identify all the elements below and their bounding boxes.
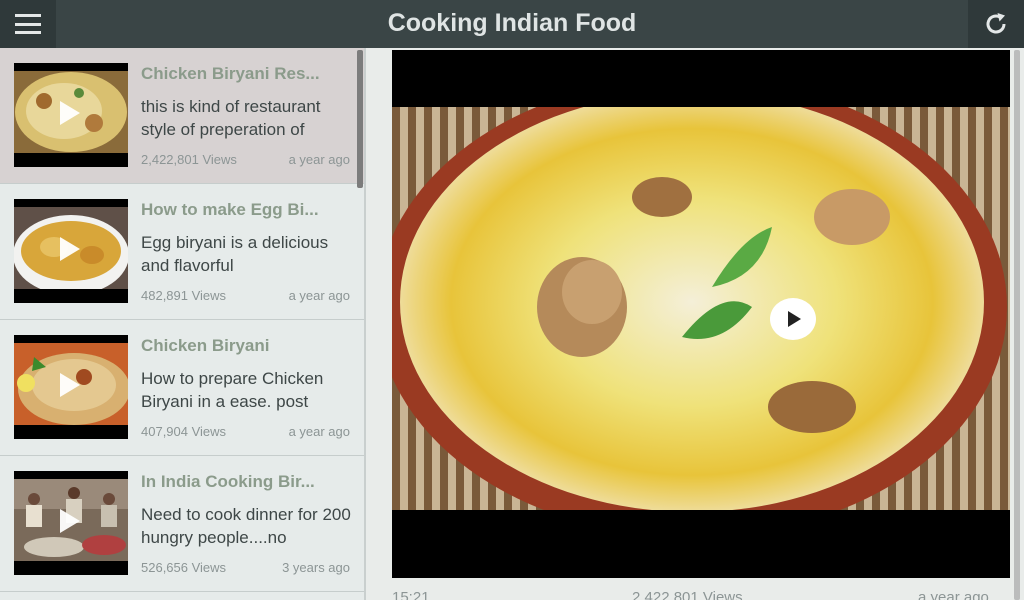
app-window: Cooking Indian Food Chicken Biryani Res.… (0, 0, 1024, 600)
video-title: In India Cooking Bir... (141, 472, 315, 491)
video-views: 526,656 Views (141, 560, 227, 575)
play-icon (60, 237, 80, 261)
video-list[interactable]: Chicken Biryani Res... this is kind of r… (0, 48, 366, 600)
video-player[interactable] (392, 50, 1010, 578)
video-thumbnail[interactable] (14, 199, 128, 303)
video-description: Egg biryani is a delicious and flavorful (141, 233, 329, 275)
play-icon (60, 101, 80, 125)
video-title: Chicken Biryani Res... (141, 64, 320, 83)
video-title: Chicken Biryani (141, 336, 270, 355)
video-list-item[interactable]: Chicken Biryani How to prepare Chicken B… (0, 320, 364, 456)
play-icon (60, 373, 80, 397)
video-thumbnail[interactable] (14, 335, 128, 439)
top-bar: Cooking Indian Food (0, 0, 1024, 48)
app-title: Cooking Indian Food (387, 9, 637, 37)
video-thumbnail[interactable] (14, 471, 128, 575)
video-views: 482,891 Views (141, 288, 227, 303)
video-description: How to prepare Chicken Biryani in a ease… (141, 369, 324, 411)
video-list-item[interactable]: How to make Egg Bi... Egg biryani is a d… (0, 184, 364, 320)
refresh-icon (986, 13, 1006, 34)
video-views: 2,422,801 Views (141, 152, 237, 167)
video-date: a year ago (288, 152, 350, 167)
video-duration: 15:21 (392, 589, 430, 600)
refresh-button[interactable] (968, 0, 1024, 48)
video-date: 3 years ago (282, 560, 350, 575)
video-views: 407,904 Views (141, 424, 227, 439)
video-date: a year ago (288, 424, 350, 439)
video-description: this is kind of restaurant style of prep… (141, 97, 321, 139)
video-title: How to make Egg Bi... (141, 200, 319, 219)
page-scrollbar[interactable] (1014, 50, 1020, 600)
video-thumbnail[interactable] (14, 63, 128, 167)
hamburger-menu-icon (15, 14, 41, 34)
player-views: 2,422,801 Views (632, 589, 743, 600)
menu-button[interactable] (0, 0, 56, 48)
video-date: a year ago (288, 288, 350, 303)
player-date: a year ago (918, 589, 989, 600)
video-list-item[interactable]: Chicken Biryani Res... this is kind of r… (0, 48, 364, 184)
biryani-video-frame-image (392, 107, 1010, 510)
video-list-item[interactable]: In India Cooking Bir... Need to cook din… (0, 456, 364, 592)
play-button[interactable] (770, 298, 816, 340)
play-icon (788, 311, 801, 327)
list-scrollbar[interactable] (357, 50, 363, 188)
video-description: Need to cook dinner for 200 hungry peopl… (141, 505, 351, 547)
play-icon (60, 509, 80, 533)
